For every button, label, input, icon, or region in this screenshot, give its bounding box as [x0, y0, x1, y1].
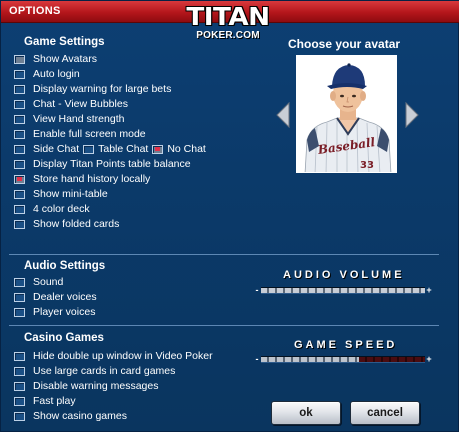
- option-hide-double-up[interactable]: Hide double up window in Video Poker: [14, 349, 213, 363]
- option-label: Display warning for large bets: [33, 83, 172, 95]
- options-window: OPTIONS TITAN POKER.COM Game Settings Sh…: [0, 0, 459, 432]
- hand-strength-checkbox[interactable]: [14, 114, 25, 124]
- speed-decrease[interactable]: -: [253, 354, 261, 364]
- option-side-chat[interactable]: Side Chat: [14, 143, 79, 155]
- baseball-player-avatar-icon: Baseball 33: [297, 56, 396, 172]
- option-fast-play[interactable]: Fast play: [14, 394, 76, 408]
- option-label: 4 color deck: [33, 203, 90, 215]
- mini-table-checkbox[interactable]: [14, 189, 25, 199]
- volume-track[interactable]: [261, 286, 425, 294]
- option-table-chat[interactable]: Table Chat: [83, 143, 148, 155]
- option-hand-strength[interactable]: View Hand strength: [14, 112, 124, 126]
- option-chat-bubbles[interactable]: Chat - View Bubbles: [14, 97, 128, 111]
- option-label: Show Avatars: [33, 53, 98, 65]
- speed-remaining: [359, 356, 425, 362]
- option-label: Show folded cards: [33, 218, 120, 230]
- large-cards-checkbox[interactable]: [14, 366, 25, 376]
- option-label: Display Titan Points table balance: [33, 158, 191, 170]
- option-large-bets-warning[interactable]: Display warning for large bets: [14, 82, 171, 96]
- four-color-deck-checkbox[interactable]: [14, 204, 25, 214]
- large-bets-warning-checkbox[interactable]: [14, 84, 25, 94]
- speed-fill: [261, 356, 360, 362]
- option-label: Store hand history locally: [33, 173, 151, 185]
- option-label: Hide double up window in Video Poker: [33, 350, 213, 362]
- next-avatar-arrow-icon[interactable]: [405, 102, 419, 128]
- sound-checkbox[interactable]: [14, 277, 25, 287]
- option-mini-table[interactable]: Show mini-table: [14, 187, 108, 201]
- option-show-avatars[interactable]: Show Avatars: [14, 52, 97, 66]
- audio-settings-title: Audio Settings: [24, 260, 106, 272]
- volume-decrease[interactable]: -: [253, 285, 261, 295]
- option-auto-login[interactable]: Auto login: [14, 67, 80, 81]
- option-label: Use large cards in card games: [33, 365, 176, 377]
- fast-play-checkbox[interactable]: [14, 396, 25, 406]
- volume-increase[interactable]: +: [425, 285, 433, 295]
- option-four-color-deck[interactable]: 4 color deck: [14, 202, 90, 216]
- option-large-cards[interactable]: Use large cards in card games: [14, 364, 175, 378]
- ok-button[interactable]: ok: [271, 401, 341, 425]
- chat-mode-row: Side Chat Table Chat No Chat: [14, 142, 210, 156]
- option-folded-cards[interactable]: Show folded cards: [14, 217, 119, 231]
- dealer-voices-checkbox[interactable]: [14, 292, 25, 302]
- option-label: No Chat: [167, 143, 206, 155]
- logo-main-text: TITAN: [186, 2, 270, 31]
- option-full-screen[interactable]: Enable full screen mode: [14, 127, 146, 141]
- no-chat-radio[interactable]: [152, 144, 164, 154]
- show-avatars-checkbox[interactable]: [14, 54, 25, 64]
- game-speed-title: GAME SPEED: [294, 339, 398, 351]
- option-label: Enable full screen mode: [33, 128, 146, 140]
- option-label: Chat - View Bubbles: [33, 98, 128, 110]
- option-sound[interactable]: Sound: [14, 275, 63, 289]
- store-hand-history-checkbox[interactable]: [14, 174, 25, 184]
- disable-warnings-checkbox[interactable]: [14, 381, 25, 391]
- option-show-casino-games[interactable]: Show casino games: [14, 409, 127, 423]
- full-screen-checkbox[interactable]: [14, 129, 25, 139]
- folded-cards-checkbox[interactable]: [14, 219, 25, 229]
- game-speed-slider[interactable]: - +: [253, 354, 433, 364]
- titan-poker-logo: TITAN POKER.COM: [184, 3, 272, 47]
- option-titan-points-balance[interactable]: Display Titan Points table balance: [14, 157, 191, 171]
- window-title: OPTIONS: [9, 5, 61, 17]
- option-store-hand-history[interactable]: Store hand history locally: [14, 172, 150, 186]
- side-chat-radio[interactable]: [14, 144, 25, 154]
- option-no-chat[interactable]: No Chat: [152, 143, 206, 155]
- audio-volume-slider[interactable]: - +: [253, 285, 433, 295]
- audio-volume-title: AUDIO VOLUME: [283, 269, 405, 281]
- hide-double-up-checkbox[interactable]: [14, 351, 25, 361]
- volume-fill: [261, 287, 425, 293]
- titan-points-balance-checkbox[interactable]: [14, 159, 25, 169]
- option-label: Auto login: [33, 68, 80, 80]
- option-label: Disable warning messages: [33, 380, 159, 392]
- jersey-number: 33: [360, 160, 374, 171]
- option-label: View Hand strength: [33, 113, 125, 125]
- table-chat-radio[interactable]: [83, 144, 95, 154]
- player-voices-checkbox[interactable]: [14, 307, 25, 317]
- option-label: Player voices: [33, 306, 96, 318]
- logo-sub-text: POKER.COM: [196, 30, 260, 41]
- option-label: Dealer voices: [33, 291, 97, 303]
- auto-login-checkbox[interactable]: [14, 69, 25, 79]
- avatar-image[interactable]: Baseball 33: [296, 55, 397, 173]
- previous-avatar-arrow-icon[interactable]: [276, 102, 290, 128]
- option-disable-warnings[interactable]: Disable warning messages: [14, 379, 158, 393]
- section-divider: [9, 254, 439, 255]
- option-label: Table Chat: [98, 143, 149, 155]
- casino-games-title: Casino Games: [24, 332, 104, 344]
- show-casino-games-checkbox[interactable]: [14, 411, 25, 421]
- section-divider: [9, 325, 439, 326]
- option-label: Side Chat: [33, 143, 80, 155]
- game-settings-title: Game Settings: [24, 36, 105, 48]
- option-label: Show casino games: [33, 410, 127, 422]
- avatar-title: Choose your avatar: [288, 37, 401, 51]
- chat-bubbles-checkbox[interactable]: [14, 99, 25, 109]
- speed-increase[interactable]: +: [425, 354, 433, 364]
- option-label: Fast play: [33, 395, 76, 407]
- cancel-button[interactable]: cancel: [350, 401, 420, 425]
- option-label: Sound: [33, 276, 64, 288]
- option-dealer-voices[interactable]: Dealer voices: [14, 290, 97, 304]
- option-player-voices[interactable]: Player voices: [14, 305, 95, 319]
- speed-track[interactable]: [261, 355, 425, 363]
- option-label: Show mini-table: [33, 188, 108, 200]
